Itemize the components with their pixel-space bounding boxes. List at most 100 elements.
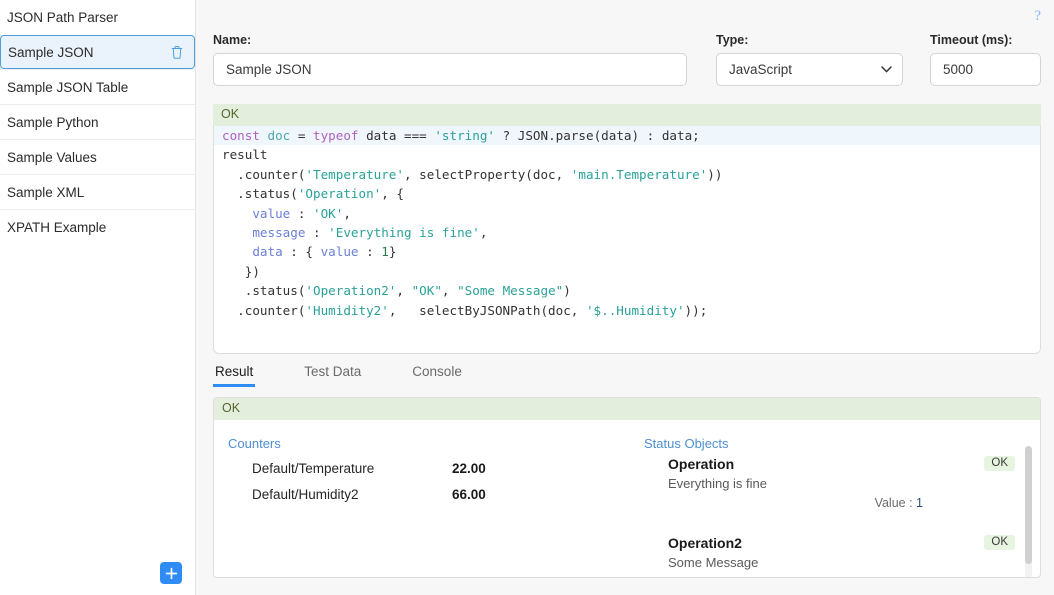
sidebar-item-label: Sample XML — [7, 184, 85, 200]
code-token: 'string' — [434, 128, 496, 143]
code-token: )) — [707, 166, 723, 182]
trash-icon[interactable] — [170, 45, 184, 60]
counter-value: 66.00 — [452, 486, 486, 502]
status-objects-section: Status Objects Operation Everything is fi… — [644, 436, 1040, 577]
code-token: = — [297, 128, 314, 143]
sidebar-item-label: XPATH Example — [7, 219, 107, 235]
code-line: .status('Operation2', "OK", "Some Messag… — [214, 281, 1040, 300]
sidebar-item-sample-json-table[interactable]: Sample JSON Table — [0, 69, 195, 104]
code-token: : — [366, 244, 382, 260]
counters-title: Counters — [228, 436, 281, 451]
counter-name: Default/Temperature — [252, 460, 375, 476]
sidebar: JSON Path Parser Sample JSON Sample JSON T… — [0, 0, 196, 595]
sidebar-item-xpath-example[interactable]: XPATH Example — [0, 209, 195, 244]
timeout-label: Timeout (ms): — [930, 33, 1013, 47]
sidebar-item-sample-xml[interactable]: Sample XML — [0, 174, 195, 209]
code-token: , — [441, 283, 458, 299]
code-token: , — [479, 225, 488, 241]
script-meta-form: Name: Type: JavaScript Timeout (ms): — [213, 33, 1041, 86]
sidebar-item-label: Sample JSON — [8, 44, 94, 60]
status-object-data-value: 1 — [916, 496, 923, 510]
tab-console[interactable]: Console — [410, 364, 464, 387]
code-token: "Some Message" — [457, 283, 564, 299]
code-token: value — [320, 244, 367, 260]
sidebar-item-json-path-parser[interactable]: JSON Path Parser — [0, 0, 195, 35]
code-line: result — [214, 145, 1040, 164]
code-token: , — [343, 205, 351, 221]
counter-value: 22.00 — [452, 460, 486, 476]
result-scrollbar-thumb[interactable] — [1025, 446, 1032, 564]
status-object-message: Everything is fine — [668, 476, 767, 491]
code-token: message — [222, 225, 313, 241]
type-field-group: Type: JavaScript — [716, 33, 903, 86]
counter-row: Default/Temperature 22.00 — [228, 455, 644, 481]
result-status-bar: OK — [214, 398, 1040, 420]
app-root: JSON Path Parser Sample JSON Sample JSON T… — [0, 0, 1054, 595]
timeout-field-group: Timeout (ms): — [930, 33, 1041, 86]
type-select[interactable]: JavaScript — [716, 53, 903, 86]
code-token: .counter( — [222, 302, 306, 318]
code-token: 'Humidity2' — [305, 302, 389, 318]
code-token: : — [313, 225, 329, 241]
plus-icon — [165, 567, 177, 579]
sidebar-item-sample-json[interactable]: Sample JSON — [0, 35, 195, 69]
code-line: .status('Operation', { — [214, 184, 1040, 203]
code-token: )); — [684, 302, 708, 318]
status-object-data-row: Value : 1 — [668, 493, 1040, 513]
code-token: data — [222, 244, 291, 260]
code-token: typeof — [313, 128, 367, 143]
name-input[interactable] — [213, 53, 687, 86]
code-text-area[interactable]: const doc = typeof data === 'string' ? J… — [213, 126, 1041, 354]
tab-test-data[interactable]: Test Data — [302, 364, 363, 387]
sidebar-item-label: JSON Path Parser — [7, 10, 119, 25]
code-token: data === — [366, 128, 435, 143]
status-objects-title: Status Objects — [644, 436, 729, 451]
result-scrollbar[interactable] — [1025, 446, 1032, 577]
add-script-button[interactable] — [160, 562, 182, 584]
timeout-input[interactable] — [930, 53, 1041, 86]
code-line: const doc = typeof data === 'string' ? J… — [214, 126, 1040, 146]
code-line: .counter('Temperature', selectProperty(d… — [214, 165, 1040, 184]
sidebar-item-sample-values[interactable]: Sample Values — [0, 139, 195, 174]
status-badge: OK — [984, 456, 1015, 471]
code-token: .status( — [222, 283, 306, 299]
code-token: 1 — [381, 244, 389, 260]
code-token: 'OK' — [313, 205, 344, 221]
code-token: '$..Humidity' — [585, 302, 685, 318]
result-tabs: Result Test Data Console — [213, 364, 1041, 390]
code-line: data : { value : 1} — [214, 242, 1040, 261]
counter-row-list: Default/Temperature 22.00 Default/Humidity… — [228, 455, 644, 507]
name-field-group: Name: — [213, 33, 687, 86]
code-line: .counter('Humidity2', selectByJSONPath(d… — [214, 301, 1040, 320]
code-token: ? JSON.parse(data) : data; — [495, 128, 700, 143]
code-token: : — [297, 205, 313, 221]
code-token: value — [222, 205, 298, 221]
code-token: const — [222, 128, 268, 143]
type-select-wrap: JavaScript — [716, 53, 903, 86]
code-editor: OK const doc = typeof data === 'string' … — [213, 104, 1041, 354]
code-token: : { — [290, 244, 321, 260]
status-object-list: Operation Everything is fine Value : 1 OK Op… — [644, 455, 1040, 572]
counter-row: Default/Humidity2 66.00 — [228, 481, 644, 507]
status-object-message: Some Message — [668, 555, 759, 570]
code-token: , selectProperty(doc, — [403, 166, 571, 182]
sidebar-item-sample-python[interactable]: Sample Python — [0, 104, 195, 139]
code-line: value : 'OK', — [214, 204, 1040, 223]
code-line: message : 'Everything is fine', — [214, 223, 1040, 242]
code-token: ) — [563, 283, 571, 299]
code-token: doc — [267, 128, 298, 143]
code-token: 'Everything is fine' — [328, 225, 480, 241]
status-badge: OK — [984, 535, 1015, 550]
code-token: 'Operation' — [297, 186, 382, 202]
counter-name: Default/Humidity2 — [252, 486, 359, 502]
editor-status-bar: OK — [213, 104, 1041, 126]
code-token: , selectByJSONPath(doc, — [388, 302, 586, 318]
tab-result[interactable]: Result — [213, 364, 256, 387]
code-token: 'Temperature' — [305, 166, 404, 182]
code-token: .counter( — [222, 166, 306, 182]
result-body: Counters Default/Temperature 22.00 Default… — [214, 420, 1040, 577]
code-token: } — [388, 244, 397, 260]
sidebar-item-label: Sample Values — [7, 149, 97, 165]
main-content: Name: Type: JavaScript Timeout (ms): — [213, 0, 1054, 595]
status-object-item: Operation2 Some Message OK — [644, 534, 1040, 572]
